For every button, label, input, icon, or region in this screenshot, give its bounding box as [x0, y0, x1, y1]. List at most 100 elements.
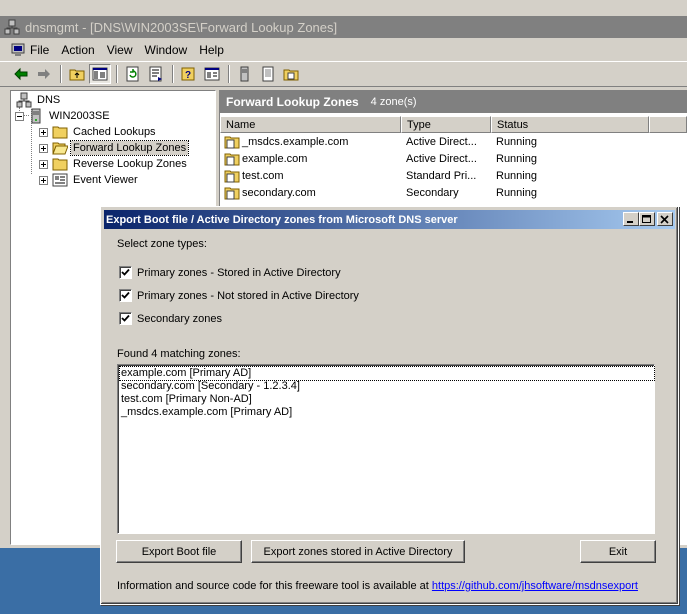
column-header-filler: [649, 116, 687, 133]
export-list-icon: [149, 66, 162, 82]
checkbox-secondary[interactable]: [119, 312, 132, 325]
list-item[interactable]: example.com [Primary AD]: [119, 366, 655, 381]
tree-node-reverse-lookup-zones-label: Reverse Lookup Zones: [73, 158, 187, 170]
checkbox-secondary-label[interactable]: Secondary zones: [137, 313, 222, 325]
list-item[interactable]: test.com [Primary Non-AD]: [120, 393, 252, 406]
dialog-title-bar[interactable]: Export Boot file / Active Directory zone…: [104, 210, 675, 229]
help-button[interactable]: ?: [178, 64, 200, 84]
found-zones-label: Found 4 matching zones:: [117, 348, 241, 360]
list-item[interactable]: example.com Active Direct... Running: [220, 150, 611, 167]
zone-status: Running: [496, 169, 537, 182]
event-viewer-icon: [52, 173, 68, 187]
menu-view[interactable]: View: [107, 43, 133, 57]
server-icon: [240, 66, 249, 82]
new-folder-button[interactable]: [280, 64, 302, 84]
expand-icon[interactable]: [39, 143, 48, 153]
list-item[interactable]: secondary.com [Secondary - 1.2.3.4]: [120, 380, 300, 393]
tree-node-reverse-lookup-zones[interactable]: Reverse Lookup Zones: [39, 156, 189, 172]
folder-document-icon: [283, 69, 299, 81]
maximize-icon: [642, 214, 651, 223]
checkmark-icon: [121, 268, 130, 276]
column-header-name-label: Name: [226, 118, 256, 131]
tree-node-event-viewer[interactable]: Event Viewer: [39, 172, 140, 188]
list-item[interactable]: _msdcs.example.com Active Direct... Runn…: [220, 133, 611, 150]
maximize-button[interactable]: [639, 212, 655, 226]
checkbox-primary-non-ad[interactable]: [119, 289, 132, 302]
info-text: Information and source code for this fre…: [117, 580, 429, 592]
console-tree-icon: [92, 67, 108, 81]
tree-node-forward-lookup-zones-label: Forward Lookup Zones: [69, 140, 190, 156]
properties-button[interactable]: [201, 64, 223, 84]
column-header-type[interactable]: Type: [401, 116, 491, 133]
source-code-link[interactable]: https://github.com/jhsoftware/msdnsexpor…: [432, 580, 638, 592]
column-header-status-label: Status: [497, 118, 529, 131]
menu-help[interactable]: Help: [199, 43, 224, 57]
tree-node-dns[interactable]: DNS: [16, 92, 62, 108]
zone-status: Running: [496, 152, 537, 165]
checkmark-icon: [121, 291, 130, 299]
zone-listbox[interactable]: example.com [Primary AD] secondary.com […: [117, 364, 655, 534]
menu-file-label: File: [30, 42, 50, 57]
show-hide-tree-button[interactable]: [89, 64, 111, 84]
list-item[interactable]: test.com Standard Pri... Running: [220, 167, 611, 184]
column-header-status[interactable]: Status: [491, 116, 649, 133]
help-icon: ?: [181, 67, 195, 81]
tree-node-server[interactable]: WIN2003SE: [15, 108, 112, 124]
tree-node-event-viewer-label: Event Viewer: [73, 174, 138, 186]
list-item[interactable]: _msdcs.example.com [Primary AD]: [120, 406, 292, 419]
mmc-title-bar[interactable]: dnsmgmt - [DNS\WIN2003SE\Forward Lookup …: [0, 16, 687, 38]
folder-up-icon: [69, 69, 85, 81]
new-zone-button[interactable]: [257, 64, 279, 84]
tree-node-cached-lookups[interactable]: Cached Lookups: [39, 124, 158, 140]
menu-file[interactable]: File: [10, 43, 49, 57]
menu-action[interactable]: Action: [61, 43, 94, 57]
dns-icon: [16, 92, 32, 108]
zone-type: Active Direct...: [406, 152, 477, 165]
folder-icon: [52, 158, 68, 171]
expand-icon[interactable]: [39, 127, 48, 137]
checkbox-primary-ad[interactable]: [119, 266, 132, 279]
back-button[interactable]: [10, 64, 32, 84]
menu-window[interactable]: Window: [145, 43, 188, 57]
export-list-button[interactable]: [145, 64, 167, 84]
checkmark-icon: [121, 314, 130, 322]
list-item[interactable]: secondary.com Secondary Running: [220, 184, 611, 201]
zone-file-icon: [224, 153, 240, 165]
zone-name: secondary.com: [242, 186, 316, 199]
minimize-button[interactable]: [623, 212, 639, 226]
tree-node-forward-lookup-zones[interactable]: Forward Lookup Zones: [39, 140, 190, 156]
export-boot-file-button[interactable]: Export Boot file: [116, 540, 242, 563]
info-line: Information and source code for this fre…: [117, 580, 638, 592]
refresh-button[interactable]: [122, 64, 144, 84]
tree-node-server-label: WIN2003SE: [49, 110, 110, 122]
menu-window-label: Window: [144, 42, 188, 57]
column-header-name[interactable]: Name: [220, 116, 401, 133]
toolbar: ?: [0, 61, 687, 87]
zone-file-icon: [224, 187, 240, 199]
zone-type: Active Direct...: [406, 135, 477, 148]
zone-type: Secondary: [406, 186, 459, 199]
collapse-icon[interactable]: [15, 111, 24, 121]
up-one-level-button[interactable]: [66, 64, 88, 84]
toolbar-separator: [228, 65, 230, 83]
export-ad-zones-button[interactable]: Export zones stored in Active Directory: [251, 540, 465, 563]
checkbox-primary-ad-label[interactable]: Primary zones - Stored in Active Directo…: [137, 267, 341, 279]
properties-icon: [204, 67, 220, 81]
close-button[interactable]: [657, 212, 673, 226]
expand-icon[interactable]: [39, 159, 48, 169]
zone-file-icon: [224, 170, 240, 182]
zone-name: test.com: [242, 169, 284, 182]
tree-node-cached-lookups-label: Cached Lookups: [73, 126, 156, 138]
zone-status: Running: [496, 186, 537, 199]
forward-button[interactable]: [33, 64, 55, 84]
minimize-icon: [627, 220, 633, 223]
zone-name: _msdcs.example.com: [242, 135, 349, 148]
exit-button[interactable]: Exit: [580, 540, 656, 563]
expand-icon[interactable]: [39, 175, 48, 185]
svg-text:?: ?: [185, 70, 191, 81]
server-button[interactable]: [234, 64, 256, 84]
checkbox-primary-non-ad-label[interactable]: Primary zones - Not stored in Active Dir…: [137, 290, 359, 302]
menu-action-label: Action: [61, 42, 95, 57]
arrow-right-icon: [38, 69, 50, 79]
toolbar-separator: [116, 65, 118, 83]
